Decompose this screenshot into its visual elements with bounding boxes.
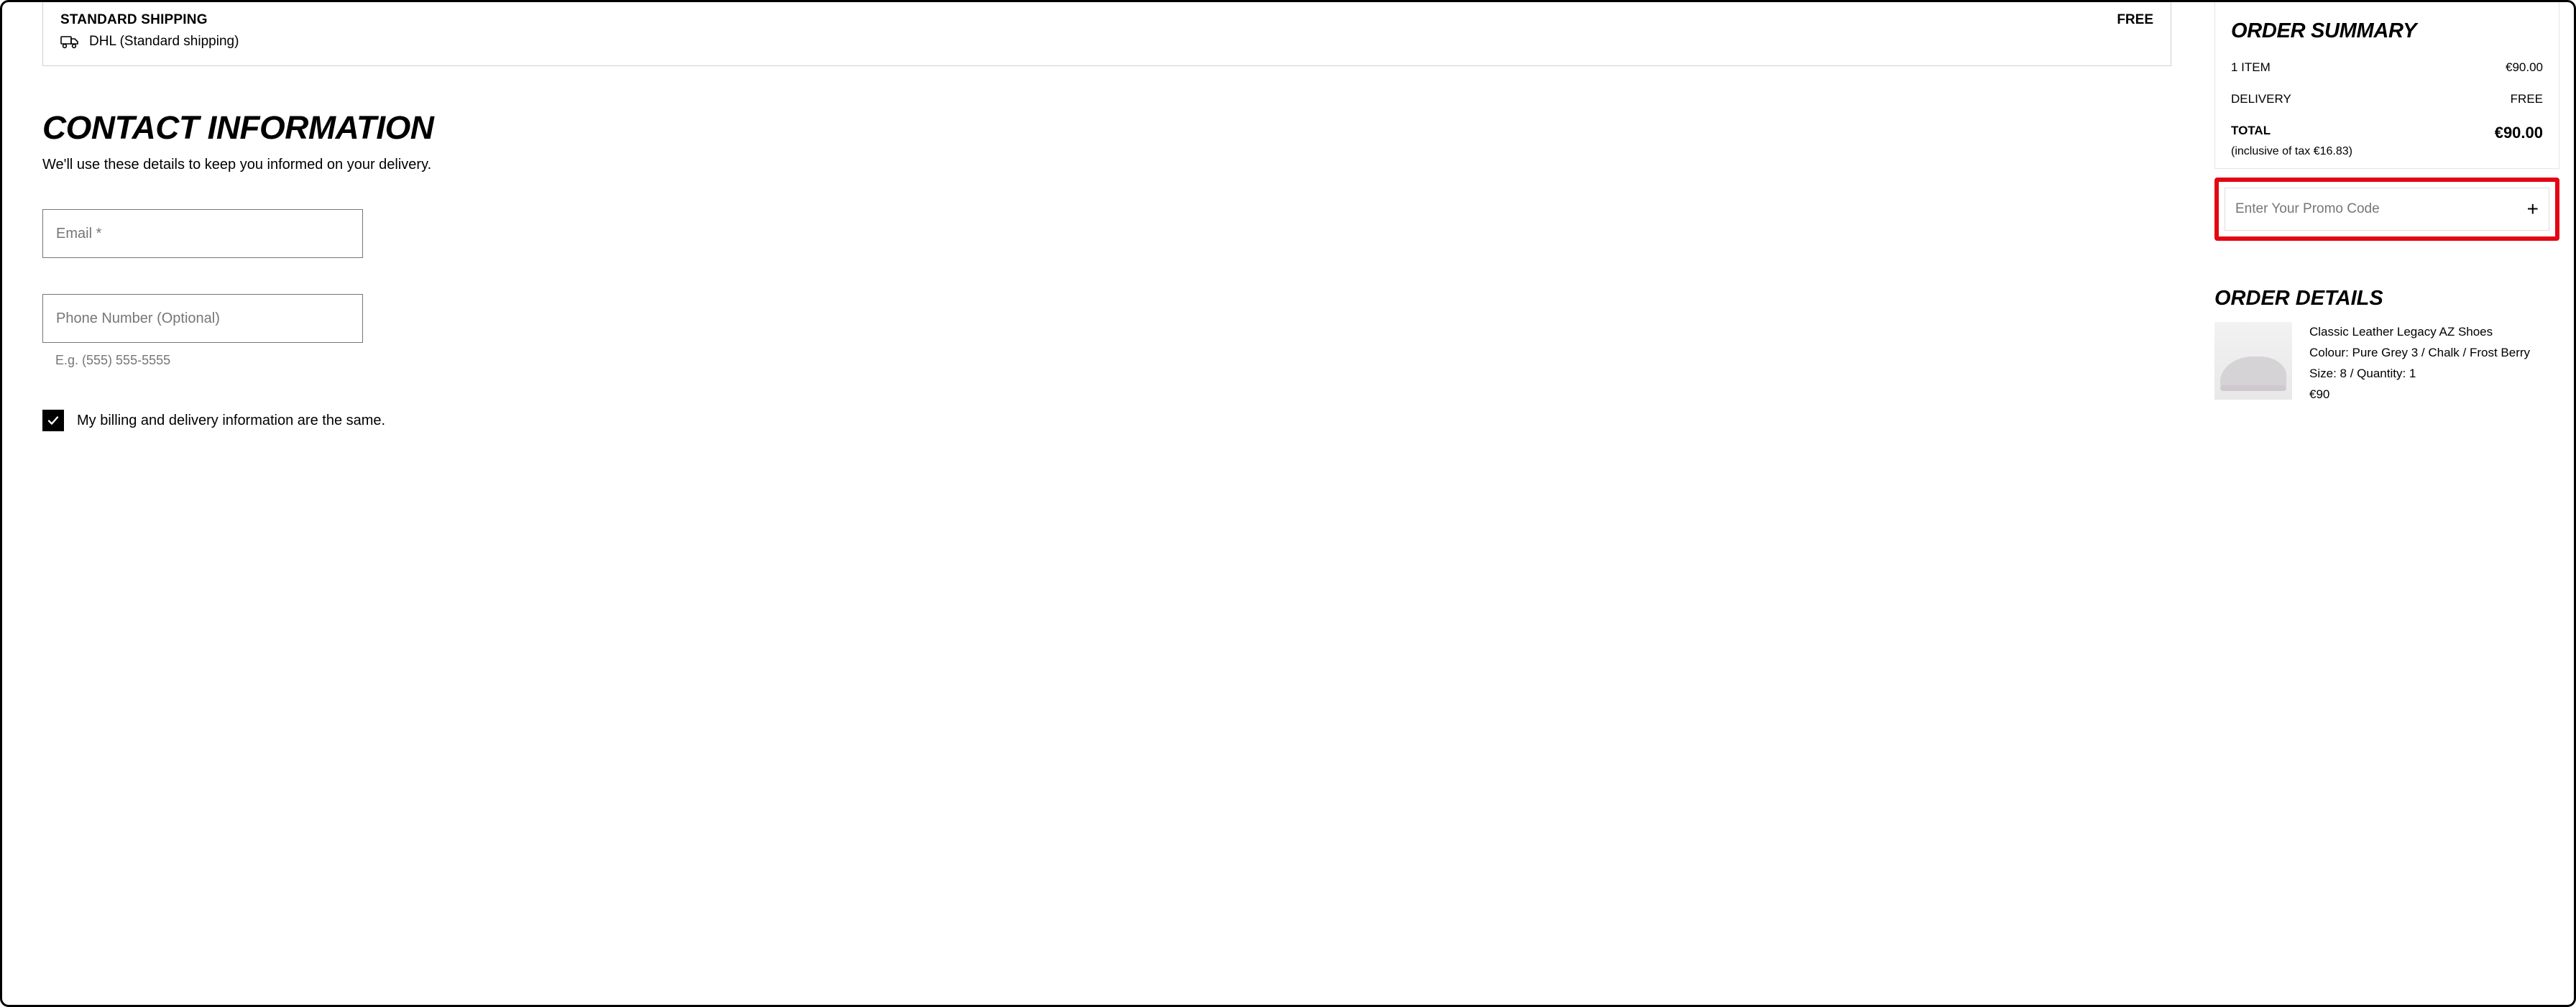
order-summary-title: ORDER SUMMARY <box>2231 19 2543 43</box>
truck-icon <box>60 35 79 49</box>
phone-field[interactable] <box>42 294 363 343</box>
plus-icon: + <box>2527 199 2539 219</box>
product-size-qty: Size: 8 / Quantity: 1 <box>2309 364 2530 385</box>
product-colour: Colour: Pure Grey 3 / Chalk / Frost Berr… <box>2309 343 2530 364</box>
summary-delivery-value: FREE <box>2511 92 2543 106</box>
order-details-title: ORDER DETAILS <box>2214 287 2559 311</box>
order-summary-box: ORDER SUMMARY 1 ITEM €90.00 DELIVERY FRE… <box>2214 2 2559 169</box>
order-item-row: Classic Leather Legacy AZ Shoes Colour: … <box>2214 322 2559 405</box>
promo-code-toggle[interactable]: Enter Your Promo Code + <box>2225 188 2549 231</box>
shipping-option-title: STANDARD SHIPPING <box>60 12 208 28</box>
same-billing-label: My billing and delivery information are … <box>77 413 385 429</box>
contact-heading: CONTACT INFORMATION <box>42 109 2258 147</box>
product-thumbnail <box>2214 322 2292 400</box>
summary-tax-note: (inclusive of tax €16.83) <box>2231 145 2543 158</box>
check-icon <box>46 413 60 428</box>
email-field[interactable] <box>42 209 363 258</box>
summary-items-label: 1 ITEM <box>2231 60 2271 75</box>
phone-hint: E.g. (555) 555-5555 <box>55 353 2214 368</box>
shipping-option-price: FREE <box>2117 12 2153 28</box>
same-billing-checkbox[interactable] <box>42 410 64 431</box>
shipping-carrier: DHL (Standard shipping) <box>89 34 239 50</box>
product-name: Classic Leather Legacy AZ Shoes <box>2309 322 2530 343</box>
contact-subtext: We'll use these details to keep you info… <box>42 157 2214 173</box>
shipping-option-box[interactable]: STANDARD SHIPPING FREE DHL (Standard shi… <box>42 2 2171 66</box>
summary-delivery-label: DELIVERY <box>2231 92 2291 106</box>
promo-placeholder: Enter Your Promo Code <box>2235 201 2380 217</box>
promo-highlight: Enter Your Promo Code + <box>2214 178 2559 241</box>
summary-items-value: €90.00 <box>2506 60 2543 75</box>
product-price: €90 <box>2309 385 2530 405</box>
summary-total-value: €90.00 <box>2495 124 2543 142</box>
